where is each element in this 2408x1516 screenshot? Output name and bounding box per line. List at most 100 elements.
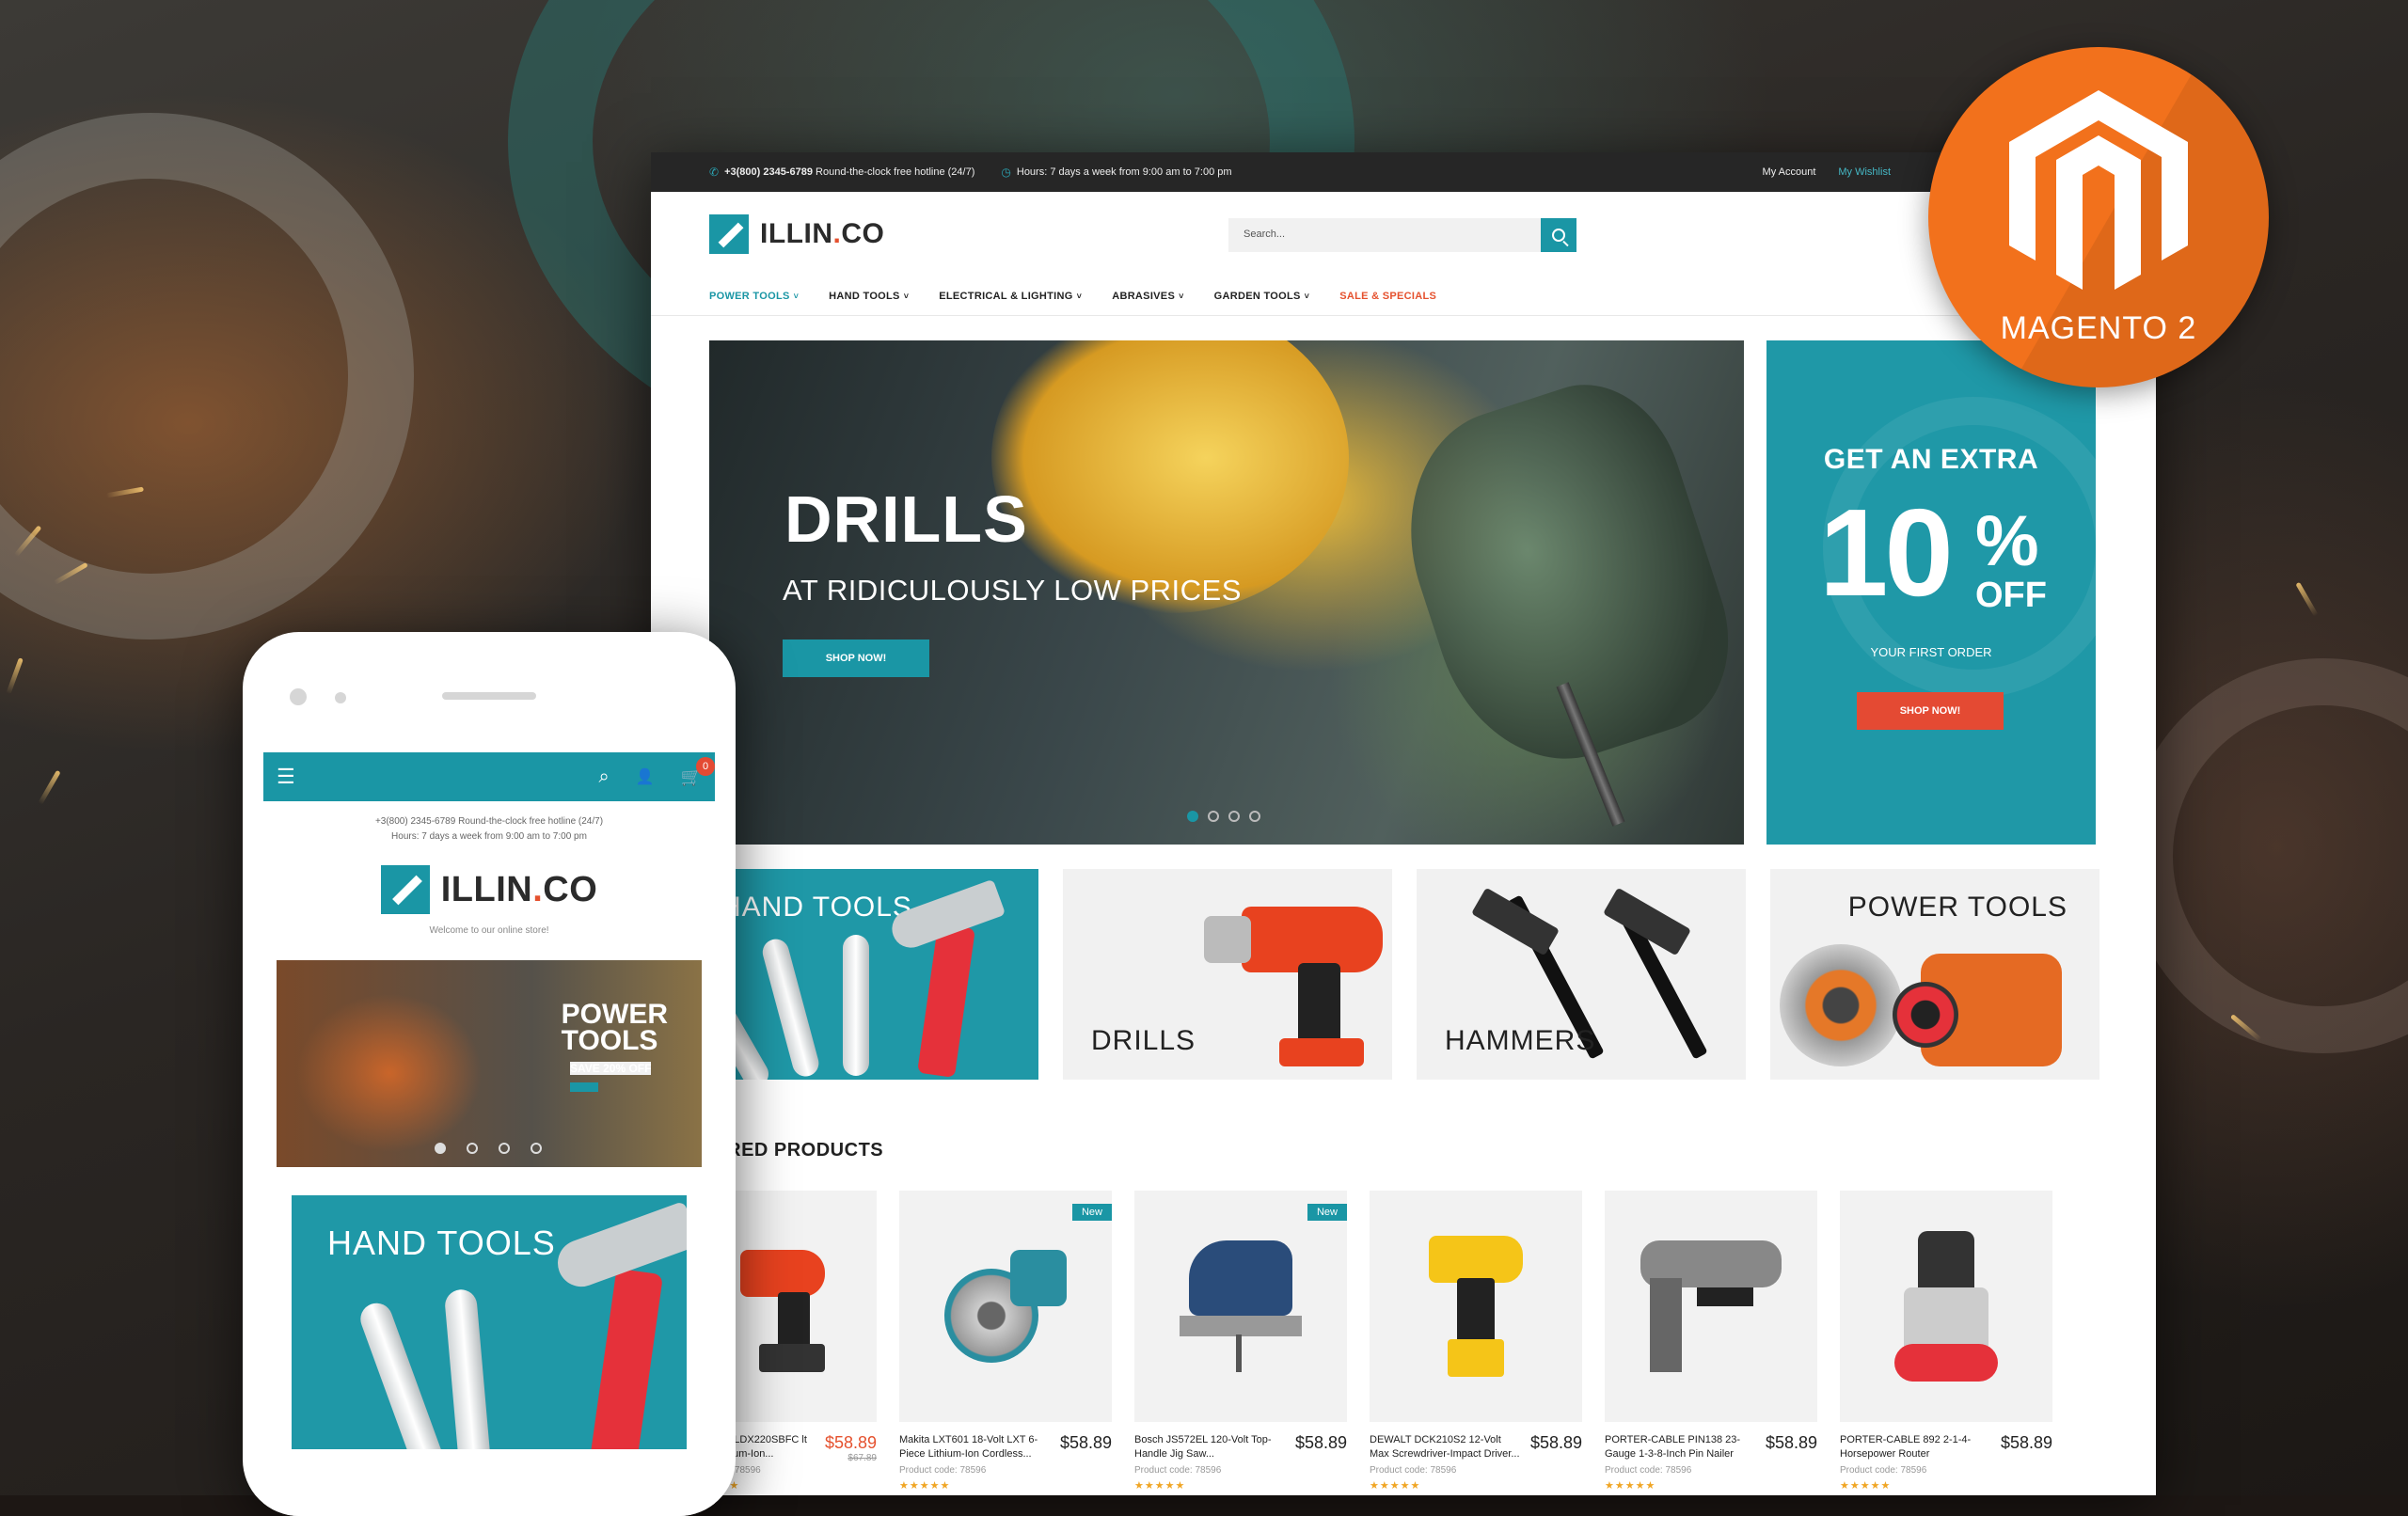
product-name[interactable]: DEWALT DCK210S2 12-Volt Max Screwdriver-… [1370, 1433, 1523, 1461]
slider-dot[interactable] [1208, 811, 1219, 822]
hotline-number[interactable]: +3(800) 2345-6789 [724, 166, 813, 178]
hammer-image [587, 1268, 664, 1449]
saw-logo-icon [709, 214, 749, 254]
old-price: $67.89 [848, 1453, 877, 1463]
product-card[interactable]: PORTER-CABLE 892 2-1-4-Horsepower Router… [1840, 1191, 2052, 1493]
wrench-image [843, 935, 869, 1076]
mobile-category-hand-tools[interactable]: HAND TOOLS [292, 1195, 687, 1449]
search-icon[interactable]: ⌕ [598, 766, 609, 788]
slider-dot[interactable] [531, 1143, 542, 1154]
search-button[interactable] [1541, 218, 1576, 252]
nav-power-tools[interactable]: POWER TOOLS ˅ [709, 291, 799, 302]
product-card[interactable]: PORTER-CABLE PIN138 23-Gauge 1-3-8-Inch … [1605, 1191, 1817, 1493]
mobile-screen: ☰ ⌕ 👤 🛒 0 +3(800) 2345-6789 Round-the-clo… [263, 752, 715, 1516]
my-wishlist-link[interactable]: My Wishlist [1838, 166, 1891, 178]
cart-count-badge: 0 [696, 756, 715, 776]
product-price: $58.89 [2000, 1433, 2052, 1452]
slider-dots [1187, 811, 1260, 822]
magento-badge: MAGENTO 2 [1928, 47, 2269, 387]
site-logo[interactable]: ILLIN.CO [709, 214, 884, 254]
product-name[interactable]: Bosch JS572EL 120-Volt Top-Handle Jig Sa… [1134, 1433, 1288, 1461]
product-image[interactable] [1840, 1191, 2052, 1422]
category-drills[interactable]: DRILLS [1063, 869, 1392, 1080]
mobile-hero-slider[interactable]: POWER TOOLS SAVE 20% OFF [277, 960, 702, 1167]
product-image[interactable] [1370, 1191, 1582, 1422]
product-image[interactable]: New [899, 1191, 1112, 1422]
product-code: Product code: 78596 [899, 1465, 987, 1476]
mobile-hero-subtitle: SAVE 20% OFF [570, 1062, 652, 1075]
chevron-down-icon: ˅ [903, 291, 910, 301]
mobile-site-mockup: ☰ ⌕ 👤 🛒 0 +3(800) 2345-6789 Round-the-clo… [243, 632, 736, 1516]
drill-handle [1298, 963, 1340, 1048]
cart-button[interactable]: 🛒 0 [681, 756, 715, 788]
search-input[interactable]: Search... [1228, 218, 1541, 252]
drill-image [1204, 878, 1383, 1066]
new-badge: New [1071, 1204, 1112, 1221]
category-label: HAMMERS [1445, 1025, 1596, 1056]
wrench-image [356, 1298, 448, 1449]
product-card[interactable]: DEWALT DCK210S2 12-Volt Max Screwdriver-… [1370, 1191, 1582, 1493]
store-hours: Hours: 7 days a week from 9:00 am to 7:0… [1016, 166, 1232, 178]
mobile-hero-title: POWER TOOLS [561, 1001, 668, 1056]
new-badge: New [1307, 1204, 1347, 1221]
hotline-note: Round-the-clock free hotline (24/7) [816, 166, 975, 178]
promo-banner[interactable]: GET AN EXTRA 10 % OFF YOUR FIRST ORDER S… [1766, 340, 2096, 845]
wrench-image [759, 936, 822, 1080]
category-label: POWER TOOLS [1847, 892, 2067, 923]
category-hand-tools[interactable]: HAND TOOLS [692, 869, 1038, 1080]
product-image[interactable]: New [1134, 1191, 1347, 1422]
nav-garden-tools[interactable]: GARDEN TOOLS ˅ [1214, 291, 1310, 302]
rating-stars: ★★★★★ [1370, 1480, 1421, 1492]
category-power-tools[interactable]: POWER TOOLS [1770, 869, 2099, 1080]
rating-stars: ★★★★★ [1840, 1480, 1892, 1492]
nav-label: GARDEN TOOLS [1213, 290, 1301, 302]
slider-dot[interactable] [1228, 811, 1240, 822]
magento-version-label: MAGENTO 2 [2000, 310, 2197, 346]
desktop-site-mockup: ✆ +3(800) 2345-6789 Round-the-clock free… [651, 152, 2156, 1495]
product-card[interactable]: New Bosch JS572EL 120-Volt Top-Handle Ji… [1134, 1191, 1347, 1493]
hero-title-line: TOOLS [561, 1025, 658, 1056]
hero-shop-now-button[interactable]: SHOP NOW! [783, 640, 929, 677]
menu-icon[interactable]: ☰ [277, 765, 295, 789]
slider-dot[interactable] [467, 1143, 478, 1154]
chevron-down-icon: ˅ [1076, 291, 1083, 301]
glove-image [991, 340, 1349, 613]
nav-hand-tools[interactable]: HAND TOOLS ˅ [829, 291, 909, 302]
slider-dot[interactable] [1249, 811, 1260, 822]
mobile-logo[interactable]: ILLIN.CO [263, 865, 715, 914]
spark [6, 657, 24, 695]
slider-dot[interactable] [1187, 811, 1198, 822]
my-account-link[interactable]: My Account [1763, 166, 1816, 178]
nav-sale-specials[interactable]: SALE & SPECIALS [1339, 291, 1436, 302]
category-hammers[interactable]: HAMMERS [1417, 869, 1746, 1080]
rating-stars: ★★★★★ [899, 1480, 951, 1492]
product-image[interactable] [1605, 1191, 1817, 1422]
brand-name: ILLIN [440, 869, 533, 909]
saw-blade-image [1893, 982, 1958, 1048]
slider-dot[interactable] [435, 1143, 446, 1154]
nav-electrical-lighting[interactable]: ELECTRICAL & LIGHTING ˅ [939, 291, 1082, 302]
product-name[interactable]: PORTER-CABLE 892 2-1-4-Horsepower Router [1840, 1433, 1993, 1461]
product-name[interactable]: Makita LXT601 18-Volt LXT 6-Piece Lithiu… [899, 1433, 1053, 1461]
brand-dot: . [532, 869, 544, 909]
product-grid: & Decker LDX220SBFC lt MAX Lithium-Ion..… [689, 1191, 2052, 1493]
promo-off: OFF [1975, 576, 2047, 615]
promo-percent: % [1975, 501, 2039, 581]
user-icon[interactable]: 👤 [636, 767, 655, 786]
chevron-down-icon: ˅ [1304, 291, 1310, 301]
product-name[interactable]: PORTER-CABLE PIN138 23-Gauge 1-3-8-Inch … [1605, 1433, 1758, 1461]
background-gear [2126, 658, 2408, 1053]
promo-shop-now-button[interactable]: SHOP NOW! [1857, 692, 2004, 730]
product-code: Product code: 78596 [1134, 1465, 1222, 1476]
slider-dot[interactable] [499, 1143, 510, 1154]
phone-speaker [442, 692, 536, 700]
mobile-hero-button[interactable] [570, 1082, 598, 1092]
nav-abrasives[interactable]: ABRASIVES ˅ [1112, 291, 1183, 302]
product-card[interactable]: New Makita LXT601 18-Volt LXT 6-Piece Li… [899, 1191, 1112, 1493]
product-price: $58.89 [1059, 1433, 1112, 1452]
hero-slider[interactable]: DRILLS AT RIDICULOUSLY LOW PRICES SHOP N… [709, 340, 1744, 845]
mobile-hotline: +3(800) 2345-6789 Round-the-clock free h… [374, 816, 604, 827]
product-code: Product code: 78596 [1605, 1465, 1692, 1476]
category-tiles: HAND TOOLS DRILLS HAMMERS POWER TOOLS [692, 869, 2099, 1080]
product-price: $58.89 [1529, 1433, 1582, 1452]
